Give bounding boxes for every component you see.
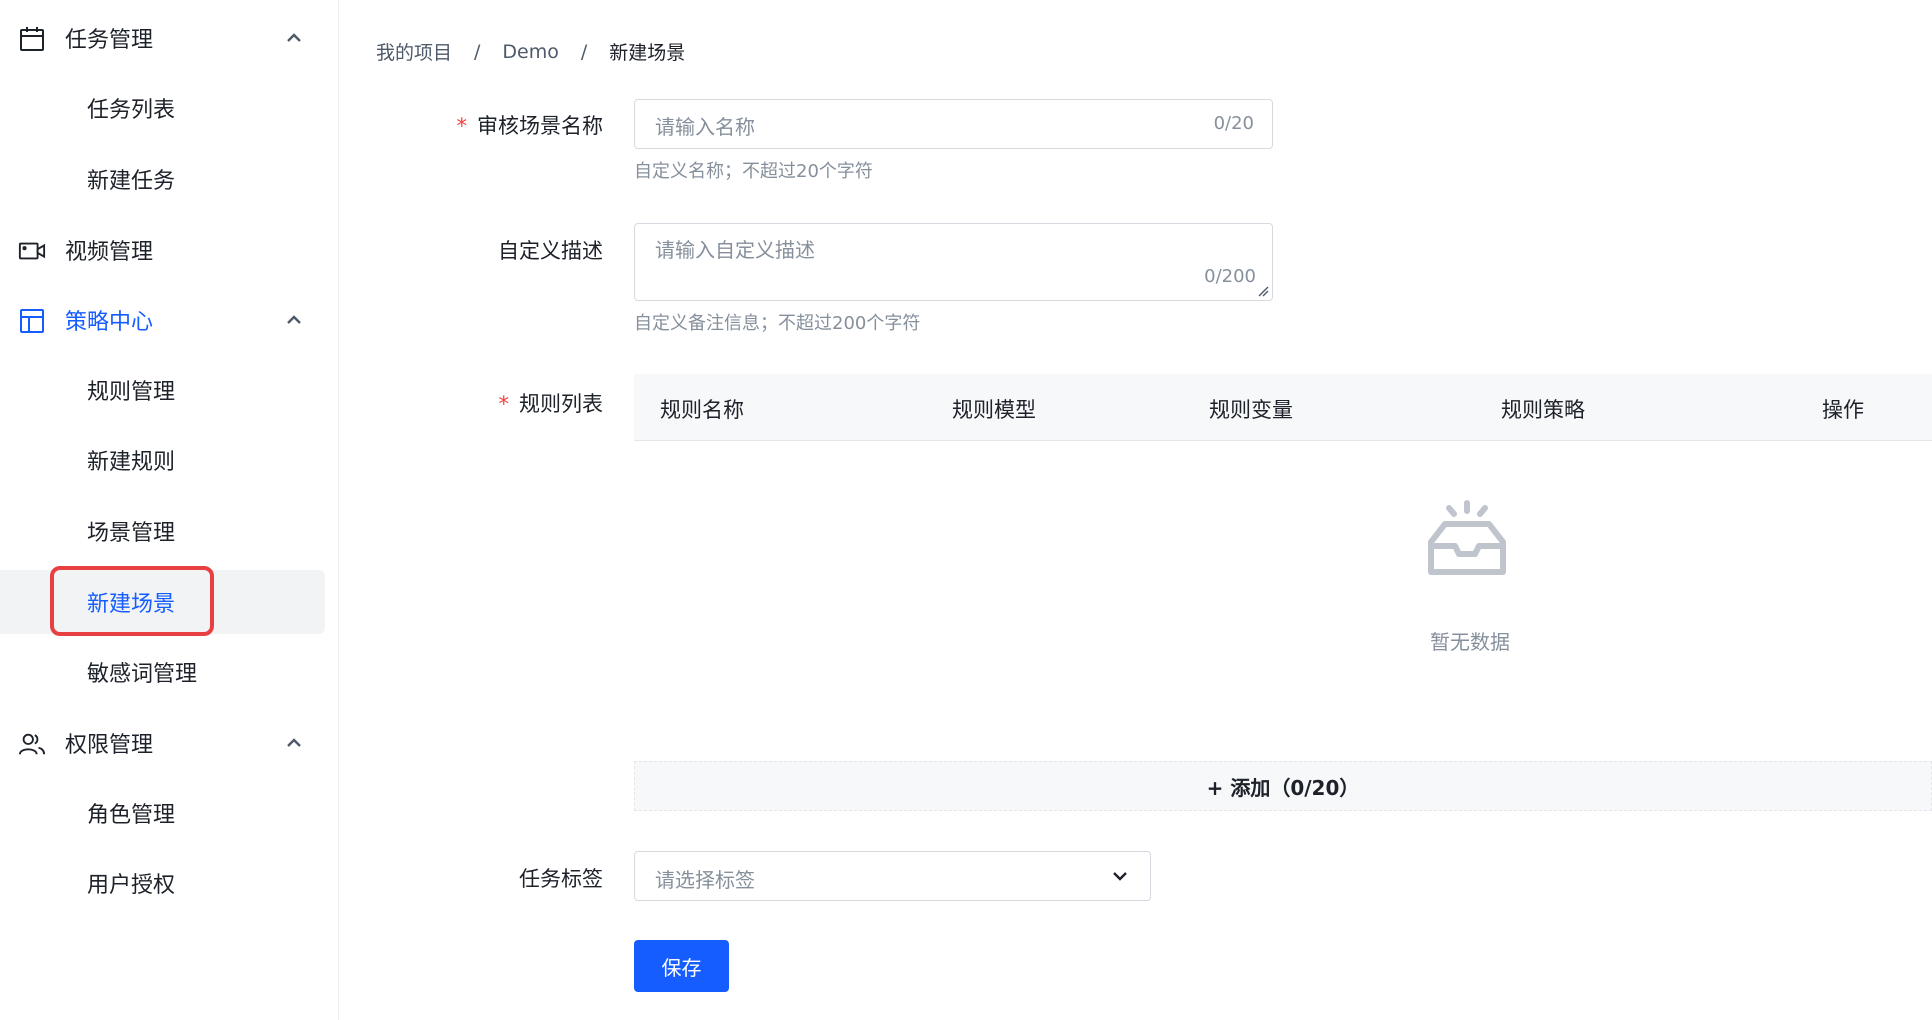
nav-group-video-management[interactable]: 视频管理 bbox=[0, 220, 338, 280]
description-textarea[interactable]: 请输入自定义描述 0/200 bbox=[634, 223, 1273, 301]
app-root: 任务管理 任务列表 新建任务 视频管理 策略中心 规则管理 新建规则 场景管理 … bbox=[0, 0, 1932, 1020]
sidebar-item-label: 新建场景 bbox=[87, 592, 176, 617]
breadcrumb-item[interactable]: 我的项目 bbox=[376, 38, 452, 65]
sidebar-item-scene-management[interactable]: 场景管理 bbox=[0, 501, 338, 561]
rules-table-header: 规则名称 规则模型 规则变量 规则策略 操作 bbox=[634, 374, 1932, 441]
description-counter: 0/200 bbox=[1204, 266, 1256, 287]
tags-select[interactable]: 请选择标签 bbox=[634, 851, 1151, 901]
sidebar-item-new-task[interactable]: 新建任务 bbox=[0, 149, 338, 209]
sidebar-item-label: 新建规则 bbox=[87, 450, 176, 475]
nav-group-permission-management[interactable]: 权限管理 bbox=[0, 713, 338, 773]
nav-group-label: 任务管理 bbox=[65, 28, 154, 53]
scene-name-label-text: 审核场景名称 bbox=[477, 114, 603, 138]
chevron-down-icon bbox=[1113, 872, 1127, 881]
chevron-up-icon bbox=[287, 33, 301, 42]
tags-placeholder: 请选择标签 bbox=[655, 868, 755, 892]
sidebar-item-user-authorization[interactable]: 用户授权 bbox=[0, 853, 338, 913]
sidebar: 任务管理 任务列表 新建任务 视频管理 策略中心 规则管理 新建规则 场景管理 … bbox=[0, 0, 339, 1020]
description-label: 自定义描述 bbox=[363, 235, 603, 265]
breadcrumb-current: 新建场景 bbox=[609, 42, 686, 64]
sidebar-item-new-scene[interactable]: 新建场景 bbox=[0, 570, 338, 634]
calendar-icon bbox=[18, 25, 46, 53]
chevron-up-icon bbox=[287, 738, 301, 747]
scene-name-placeholder: 请输入名称 bbox=[655, 115, 755, 139]
rules-label-text: 规则列表 bbox=[519, 392, 603, 416]
column-header-rule-name: 规则名称 bbox=[660, 398, 744, 422]
nav-group-label: 视频管理 bbox=[65, 240, 154, 265]
scene-name-label: * 审核场景名称 bbox=[363, 110, 604, 140]
description-help: 自定义备注信息；不超过200个字符 bbox=[634, 313, 921, 334]
empty-inbox-icon bbox=[1428, 500, 1506, 575]
resize-grip-icon[interactable] bbox=[1257, 285, 1269, 297]
nav-group-label: 权限管理 bbox=[65, 733, 154, 758]
column-header-rule-variable: 规则变量 bbox=[1209, 398, 1293, 422]
scene-name-counter: 0/20 bbox=[1213, 113, 1254, 134]
column-header-rule-model: 规则模型 bbox=[952, 398, 1036, 422]
scene-name-help: 自定义名称；不超过20个字符 bbox=[634, 161, 873, 182]
chevron-up-icon bbox=[287, 315, 301, 324]
rules-label: * 规则列表 bbox=[363, 388, 604, 418]
sidebar-item-new-rule[interactable]: 新建规则 bbox=[0, 430, 338, 490]
nav-group-label: 策略中心 bbox=[65, 310, 154, 335]
sidebar-item-label: 敏感词管理 bbox=[87, 662, 198, 687]
scene-name-input[interactable]: 请输入名称 0/20 bbox=[634, 99, 1273, 149]
column-header-actions: 操作 bbox=[1822, 398, 1864, 422]
sidebar-item-rule-management[interactable]: 规则管理 bbox=[0, 360, 338, 420]
required-mark: * bbox=[456, 114, 468, 138]
tags-label-text: 任务标签 bbox=[519, 867, 603, 891]
video-icon bbox=[18, 237, 46, 265]
users-icon bbox=[18, 730, 46, 758]
sidebar-item-label: 任务列表 bbox=[87, 98, 176, 123]
sidebar-item-label: 场景管理 bbox=[87, 521, 176, 546]
save-button[interactable]: 保存 bbox=[634, 940, 729, 992]
breadcrumb-separator: / bbox=[580, 40, 588, 63]
sidebar-item-label: 角色管理 bbox=[87, 803, 176, 828]
sidebar-item-sensitive-words[interactable]: 敏感词管理 bbox=[0, 642, 338, 702]
nav-group-task-management[interactable]: 任务管理 bbox=[0, 8, 338, 68]
column-header-rule-strategy: 规则策略 bbox=[1501, 398, 1585, 422]
sidebar-item-task-list[interactable]: 任务列表 bbox=[0, 78, 338, 138]
sidebar-item-label: 规则管理 bbox=[87, 380, 176, 405]
sidebar-item-label: 新建任务 bbox=[87, 169, 176, 194]
description-placeholder: 请输入自定义描述 bbox=[655, 238, 815, 262]
nav-group-strategy-center[interactable]: 策略中心 bbox=[0, 290, 338, 350]
description-label-text: 自定义描述 bbox=[498, 239, 603, 263]
breadcrumb-separator: / bbox=[474, 40, 481, 63]
empty-state-text: 暂无数据 bbox=[1430, 630, 1510, 654]
breadcrumb-item[interactable]: Demo bbox=[502, 41, 558, 63]
add-rule-button[interactable]: + 添加（0/20） bbox=[634, 761, 1932, 811]
tags-label: 任务标签 bbox=[363, 863, 603, 893]
sidebar-item-label: 用户授权 bbox=[87, 873, 176, 898]
required-mark: * bbox=[498, 392, 510, 416]
sidebar-item-role-management[interactable]: 角色管理 bbox=[0, 783, 338, 843]
breadcrumb: 我的项目 / Demo / 新建场景 bbox=[376, 38, 685, 65]
layout-icon bbox=[18, 307, 46, 335]
